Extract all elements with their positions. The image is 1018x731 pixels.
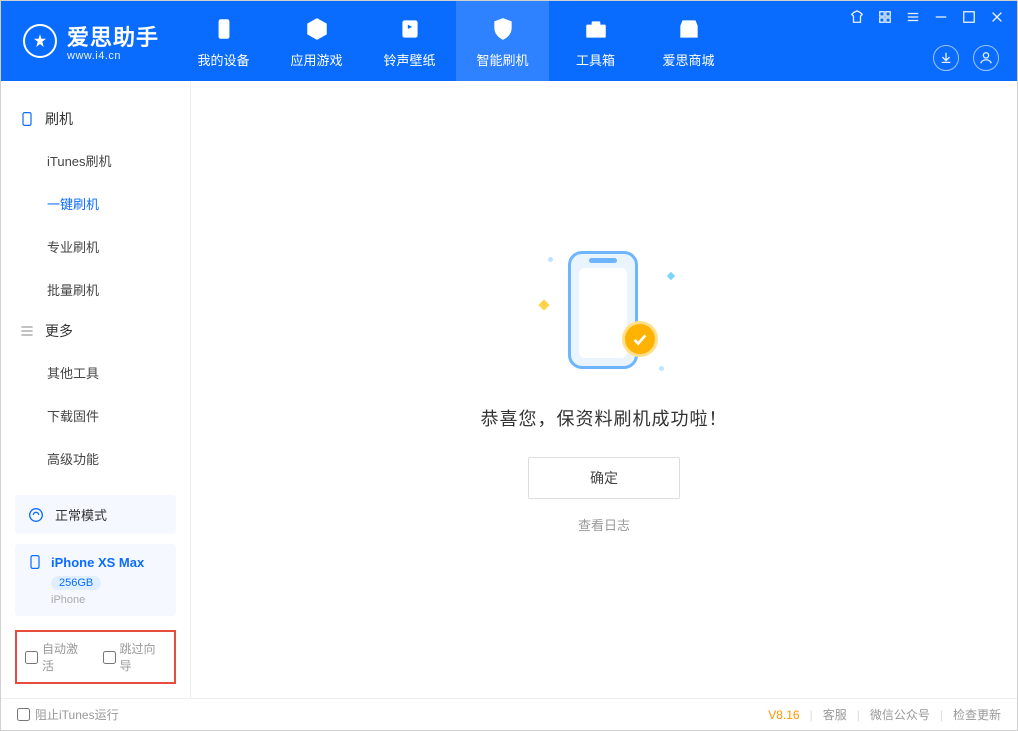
- statusbar: 阻止iTunes运行 V8.16 | 客服 | 微信公众号 | 检查更新: [1, 698, 1017, 730]
- user-icon[interactable]: [973, 45, 999, 71]
- sidebar-item-label: 一键刷机: [47, 197, 99, 212]
- download-icon[interactable]: [933, 45, 959, 71]
- sidebar-item-pro-flash[interactable]: 专业刷机: [1, 225, 190, 268]
- nav-my-device[interactable]: 我的设备: [177, 1, 270, 81]
- version-label: V8.16: [768, 708, 799, 722]
- close-icon[interactable]: [989, 9, 1005, 25]
- sidebar-item-other-tools[interactable]: 其他工具: [1, 351, 190, 394]
- block-itunes-checkbox[interactable]: 阻止iTunes运行: [17, 706, 119, 723]
- header-action-icons: [933, 45, 999, 71]
- app-url: www.i4.cn: [67, 50, 159, 62]
- device-type: iPhone: [51, 594, 164, 606]
- phone-icon: [211, 13, 237, 45]
- menu-small-icon: [19, 323, 35, 339]
- nav-label: 铃声壁纸: [384, 50, 436, 69]
- sidebar-item-download-firmware[interactable]: 下载固件: [1, 394, 190, 437]
- maximize-icon[interactable]: [961, 9, 977, 25]
- menu-icon[interactable]: [905, 9, 921, 25]
- sidebar-group-flash: 刷机: [1, 99, 190, 139]
- store-icon: [676, 13, 702, 45]
- minimize-icon[interactable]: [933, 9, 949, 25]
- sidebar-item-advanced[interactable]: 高级功能: [1, 437, 190, 480]
- auto-activate-checkbox[interactable]: 自动激活: [25, 640, 89, 674]
- shield-refresh-icon: [490, 13, 516, 45]
- sidebar: 刷机 iTunes刷机 一键刷机 专业刷机 批量刷机 更多 其他工具 下载固件 …: [1, 81, 191, 698]
- app-logo: 爱思助手 www.i4.cn: [1, 20, 177, 62]
- nav-flash[interactable]: 智能刷机: [456, 1, 549, 81]
- status-link-update[interactable]: 检查更新: [953, 706, 1001, 723]
- status-link-wechat[interactable]: 微信公众号: [870, 706, 930, 723]
- shirt-icon[interactable]: [849, 9, 865, 25]
- skip-guide-checkbox[interactable]: 跳过向导: [103, 640, 167, 674]
- device-icon: [27, 554, 43, 570]
- refresh-icon: [27, 506, 45, 524]
- sidebar-group-label: 刷机: [45, 109, 73, 129]
- sidebar-item-label: 专业刷机: [47, 240, 99, 255]
- device-card[interactable]: iPhone XS Max 256GB iPhone: [15, 544, 176, 616]
- sidebar-item-batch-flash[interactable]: 批量刷机: [1, 268, 190, 311]
- sidebar-group-more: 更多: [1, 311, 190, 351]
- nav-store[interactable]: 爱思商城: [642, 1, 735, 81]
- main-content: 恭喜您，保资料刷机成功啦！ 确定 查看日志: [191, 81, 1017, 698]
- sidebar-item-itunes-flash[interactable]: iTunes刷机: [1, 139, 190, 182]
- sidebar-item-oneclick-flash[interactable]: 一键刷机: [1, 182, 190, 225]
- sidebar-item-label: 高级功能: [47, 452, 99, 467]
- device-name: iPhone XS Max: [51, 555, 144, 570]
- sidebar-item-label: 其他工具: [47, 366, 99, 381]
- mode-indicator[interactable]: 正常模式: [15, 495, 176, 534]
- titlebar: 爱思助手 www.i4.cn 我的设备 应用游戏 铃声壁纸 智能刷机 工具箱 爱…: [1, 1, 1017, 81]
- app-name: 爱思助手: [67, 20, 159, 52]
- nav-label: 智能刷机: [477, 50, 529, 69]
- nav-label: 爱思商城: [663, 50, 715, 69]
- body: 刷机 iTunes刷机 一键刷机 专业刷机 批量刷机 更多 其他工具 下载固件 …: [1, 81, 1017, 698]
- nav-label: 应用游戏: [291, 50, 343, 69]
- status-link-support[interactable]: 客服: [823, 706, 847, 723]
- checkbox-label: 跳过向导: [120, 640, 167, 674]
- music-icon: [397, 13, 423, 45]
- success-check-icon: [622, 321, 658, 357]
- success-illustration: [544, 245, 664, 375]
- cube-icon: [304, 13, 330, 45]
- checkbox-label: 阻止iTunes运行: [35, 706, 119, 723]
- success-message: 恭喜您，保资料刷机成功啦！: [481, 405, 728, 431]
- sidebar-item-label: 批量刷机: [47, 283, 99, 298]
- nav-apps[interactable]: 应用游戏: [270, 1, 363, 81]
- ok-button[interactable]: 确定: [528, 457, 680, 499]
- nav-label: 我的设备: [198, 50, 250, 69]
- nav-label: 工具箱: [576, 50, 615, 69]
- device-capacity: 256GB: [51, 576, 101, 590]
- sidebar-item-label: 下载固件: [47, 409, 99, 424]
- phone-small-icon: [19, 111, 35, 127]
- view-log-link[interactable]: 查看日志: [578, 515, 630, 534]
- toolbox-icon: [583, 13, 609, 45]
- checkbox-label: 自动激活: [42, 640, 89, 674]
- sidebar-group-label: 更多: [45, 321, 73, 341]
- nav-ringtones[interactable]: 铃声壁纸: [363, 1, 456, 81]
- sidebar-item-label: iTunes刷机: [47, 154, 112, 169]
- logo-icon: [23, 24, 57, 58]
- highlighted-checks-box: 自动激活 跳过向导: [15, 630, 176, 684]
- device-name-row: iPhone XS Max: [27, 554, 164, 570]
- nav-toolbox[interactable]: 工具箱: [549, 1, 642, 81]
- mode-label: 正常模式: [55, 505, 107, 524]
- main-nav: 我的设备 应用游戏 铃声壁纸 智能刷机 工具箱 爱思商城: [177, 1, 735, 81]
- grid-icon[interactable]: [877, 9, 893, 25]
- window-controls: [849, 9, 1005, 25]
